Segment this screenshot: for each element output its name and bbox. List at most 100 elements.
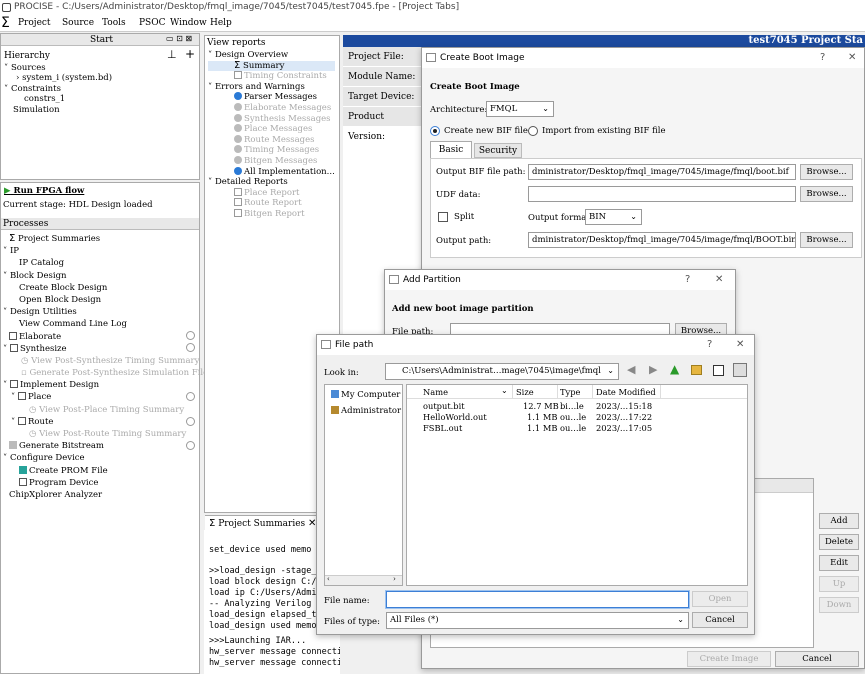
browse-udf-button[interactable]: Browse... xyxy=(800,186,853,202)
help-icon[interactable]: ? xyxy=(820,48,825,68)
menu-help[interactable]: Help xyxy=(210,18,232,28)
tree-system-bd[interactable]: › system_i (system.bd) xyxy=(4,73,112,83)
report-route-messages[interactable]: Route Messages xyxy=(208,134,335,146)
new-folder-icon[interactable] xyxy=(691,365,702,375)
report-timing-messages[interactable]: Timing Messages xyxy=(208,145,335,156)
report-route-report[interactable]: Route Report xyxy=(208,198,335,209)
report-bitgen-messages[interactable]: Bitgen Messages xyxy=(208,155,335,167)
process-program-device[interactable]: Program Device xyxy=(3,477,208,489)
places-scrollbar[interactable]: ‹ › xyxy=(325,575,402,585)
report-timing-constraints[interactable]: Timing Constraints xyxy=(208,71,335,82)
process-synthesize[interactable]: ˅ Synthesize xyxy=(3,343,208,355)
close-icon[interactable]: ✕ xyxy=(848,48,856,68)
tree-simulation[interactable]: Simulation xyxy=(4,105,112,115)
menu-source[interactable]: Source xyxy=(62,18,94,28)
process-design-utilities[interactable]: ˅ Design Utilities xyxy=(3,306,208,318)
column-name[interactable]: Name xyxy=(423,387,448,397)
close-icon[interactable]: ✕ xyxy=(715,270,723,290)
output-path-field[interactable]: dministrator/Desktop/fmql_image/7045/ima… xyxy=(528,232,796,248)
file-row[interactable]: output.bit 12.7 MB bi…le 2023/…15:18 xyxy=(407,401,747,412)
process-implement-design[interactable]: ˅ Implement Design xyxy=(3,379,208,391)
list-view-icon[interactable] xyxy=(713,365,724,376)
back-icon[interactable]: ◀ xyxy=(627,363,635,376)
column-type[interactable]: Type xyxy=(560,387,580,397)
tree-constrs-1[interactable]: constrs_1 xyxy=(4,94,112,104)
collapse-all-icon[interactable]: ⊥ xyxy=(167,48,177,61)
menu-project[interactable]: Project xyxy=(18,18,51,28)
report-summary[interactable]: Σ Summary xyxy=(208,60,335,72)
run-fpga-flow-link[interactable]: ▶ Run FPGA flow xyxy=(4,186,84,196)
udf-field[interactable] xyxy=(528,186,796,202)
process-route[interactable]: ˅ Route xyxy=(3,416,208,428)
process-create-prom[interactable]: Create PROM File xyxy=(3,465,208,477)
tree-constraints[interactable]: ˅ Constraints xyxy=(4,84,112,94)
split-checkbox[interactable]: Split xyxy=(438,212,474,222)
add-button[interactable]: Add xyxy=(819,513,859,529)
up-button[interactable]: Up xyxy=(819,576,859,592)
window-controls-icon[interactable]: ▭ ⊡ ⊠ xyxy=(166,34,192,43)
radio-create-new[interactable]: Create new BIF file xyxy=(430,126,528,136)
report-synthesis-messages[interactable]: Synthesis Messages xyxy=(208,113,335,125)
process-chipxplorer[interactable]: ChipXplorer Analyzer xyxy=(3,489,208,501)
process-post-route-timing[interactable]: ◷ View Post-Route Timing Summary xyxy=(3,428,208,440)
help-icon[interactable]: ? xyxy=(707,335,712,355)
file-name-input[interactable] xyxy=(386,591,689,608)
process-ip-catalog[interactable]: IP Catalog xyxy=(3,257,208,269)
process-view-command-log[interactable]: View Command Line Log xyxy=(3,318,208,330)
delete-button[interactable]: Delete xyxy=(819,534,859,550)
output-format-select[interactable]: BIN ⌄ xyxy=(585,209,642,225)
look-in-select[interactable]: C:\Users\Administrat…mage\7045\image\fmq… xyxy=(385,363,619,380)
add-source-icon[interactable]: + xyxy=(185,47,195,61)
tab-basic[interactable]: Basic xyxy=(430,141,472,158)
process-open-block-design[interactable]: Open Block Design xyxy=(3,294,208,306)
column-date[interactable]: Date Modified xyxy=(596,387,656,397)
boot-cancel-button[interactable]: Cancel xyxy=(775,651,859,667)
report-elaborate-messages[interactable]: Elaborate Messages xyxy=(208,102,335,114)
help-icon[interactable]: ? xyxy=(685,270,690,290)
edit-button[interactable]: Edit xyxy=(819,555,859,571)
process-generate-bitstream[interactable]: Generate Bitstream xyxy=(3,440,208,452)
report-parser-messages[interactable]: Parser Messages xyxy=(208,92,335,103)
process-block-design[interactable]: ˅ Block Design xyxy=(3,270,208,282)
create-image-button[interactable]: Create Image xyxy=(687,651,771,667)
process-post-synth-sim[interactable]: ▫ Generate Post-Synthesize Simulation Fi… xyxy=(3,367,208,379)
file-row[interactable]: FSBL.out 1.1 MB ou…le 2023/…17:05 xyxy=(407,423,747,434)
menu-window[interactable]: Window xyxy=(170,18,207,28)
place-my-computer[interactable]: My Computer xyxy=(331,390,400,400)
detail-view-icon[interactable] xyxy=(733,363,747,377)
process-place[interactable]: ˅ Place xyxy=(3,391,208,403)
file-cancel-button[interactable]: Cancel xyxy=(692,612,748,628)
process-configure-device[interactable]: ˅ Configure Device xyxy=(3,452,208,464)
open-button[interactable]: Open xyxy=(692,591,748,607)
tab-security[interactable]: Security xyxy=(474,143,522,158)
process-project-summaries[interactable]: Σ Project Summaries xyxy=(3,233,208,245)
browse-output-path-button[interactable]: Browse... xyxy=(800,232,853,248)
report-place-messages[interactable]: Place Messages xyxy=(208,124,335,135)
down-button[interactable]: Down xyxy=(819,597,859,613)
output-bif-field[interactable]: dministrator/Desktop/fmql_image/7045/ima… xyxy=(528,164,796,180)
scroll-left-icon[interactable]: ‹ xyxy=(327,575,330,583)
up-folder-icon[interactable]: ▲ xyxy=(670,362,679,376)
report-design-overview[interactable]: ˅ Design Overview xyxy=(208,50,335,61)
process-post-place-timing[interactable]: ◷ View Post-Place Timing Summary xyxy=(3,404,208,416)
report-place-report[interactable]: Place Report xyxy=(208,187,335,199)
report-errors-warnings[interactable]: ˅ Errors and Warnings xyxy=(208,82,335,93)
menu-psoc[interactable]: PSOC xyxy=(139,18,166,28)
scroll-right-icon[interactable]: › xyxy=(393,575,396,583)
process-ip[interactable]: ˅ IP xyxy=(3,245,208,257)
column-size[interactable]: Size xyxy=(516,387,534,397)
report-bitgen-report[interactable]: Bitgen Report xyxy=(208,208,335,220)
place-administrator[interactable]: Administrator xyxy=(331,406,401,416)
tree-sources[interactable]: ˅ Sources xyxy=(4,63,112,73)
app-sigma-icon[interactable]: Σ xyxy=(1,15,10,31)
file-row[interactable]: HelloWorld.out 1.1 MB ou…le 2023/…17:22 xyxy=(407,412,747,423)
files-of-type-select[interactable]: All Files (*) ⌄ xyxy=(386,612,689,629)
architecture-select[interactable]: FMQL ⌄ xyxy=(486,101,554,117)
report-all-implementation[interactable]: All Implementation... xyxy=(208,166,335,178)
forward-icon[interactable]: ▶ xyxy=(649,363,657,376)
process-elaborate[interactable]: Elaborate xyxy=(3,331,208,343)
report-detailed-reports[interactable]: ˅ Detailed Reports xyxy=(208,177,335,188)
process-create-block-design[interactable]: Create Block Design xyxy=(3,282,208,294)
process-post-synth-timing[interactable]: ◷ View Post-Synthesize Timing Summary xyxy=(3,355,208,367)
close-icon[interactable]: ✕ xyxy=(736,335,744,355)
